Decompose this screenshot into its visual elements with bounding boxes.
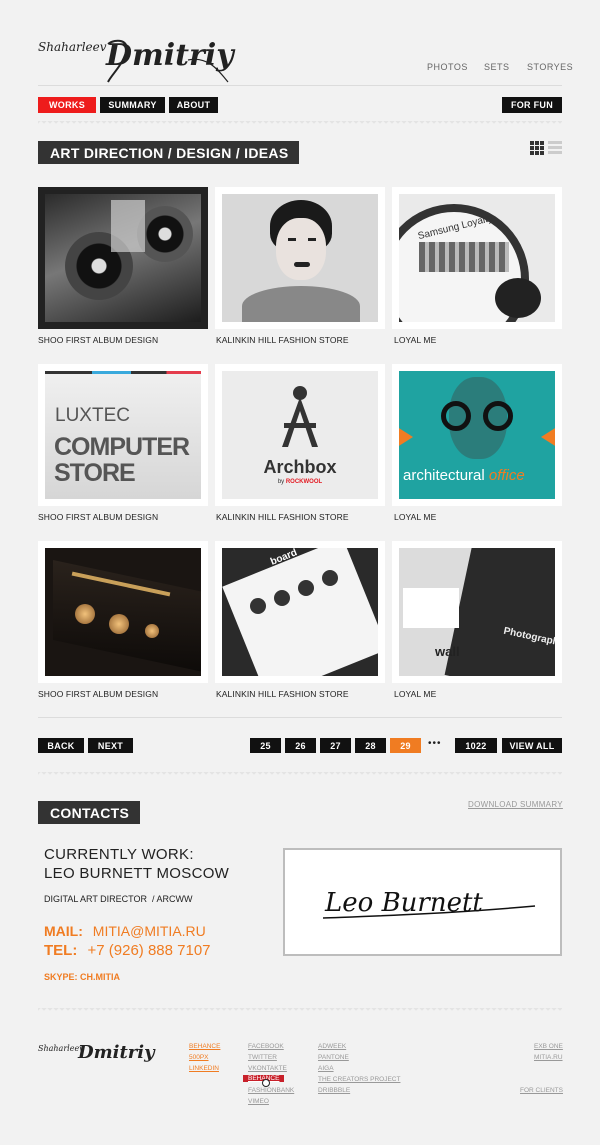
portfolio-caption-1[interactable]: SHOO FIRST ALBUM DESIGN	[38, 335, 158, 345]
portfolio-caption-5[interactable]: KALINKIN HILL FASHION STORE	[216, 512, 349, 522]
luxtec-text: LUXTEC	[55, 405, 130, 426]
grid-view-icon[interactable]	[530, 141, 544, 155]
portfolio-caption-8[interactable]: KALINKIN HILL FASHION STORE	[216, 689, 349, 699]
pager-page-28[interactable]: 28	[355, 738, 386, 753]
portfolio-caption-4[interactable]: SHOO FIRST ALBUM DESIGN	[38, 512, 158, 522]
portfolio-card-1[interactable]	[38, 187, 208, 329]
footer-twitter[interactable]: TWITTER	[248, 1054, 277, 1061]
zigzag-divider	[38, 1008, 562, 1014]
pager-page-25[interactable]: 25	[250, 738, 281, 753]
mail-label: MAIL:	[44, 923, 83, 939]
header-divider	[38, 85, 562, 86]
list-view-icon[interactable]	[548, 141, 562, 155]
arch-text-a: architectural	[403, 467, 485, 484]
footer-pantone[interactable]: PANTONE	[318, 1054, 349, 1061]
mail-value[interactable]: MITIA@MITIA.RU	[93, 923, 206, 939]
mail-row: MAIL: MITIA@MITIA.RU	[44, 923, 206, 939]
archbox-by: by	[277, 479, 285, 485]
portfolio-card-9[interactable]: wall Photography	[392, 541, 562, 683]
contacts-title: CONTACTS	[38, 801, 140, 824]
album-cd-image	[45, 194, 201, 322]
photography-site-image: wall Photography	[399, 548, 555, 676]
cursor-icon	[262, 1079, 270, 1087]
footer-exb-one[interactable]: EXB ONE	[534, 1043, 563, 1050]
social-board-image: board	[222, 548, 378, 676]
portfolio-card-6[interactable]: architectural office	[392, 364, 562, 506]
tel-row: TEL: +7 (926) 888 7107	[44, 942, 211, 959]
company-logo-frame: Leo Burnett	[283, 848, 562, 956]
footer-vkontakte[interactable]: VKONTAKTE	[248, 1065, 287, 1072]
footer-dribbble[interactable]: DRIBBBLE	[318, 1087, 350, 1094]
pager-divider	[38, 717, 562, 718]
footer-logo-first: Shaharleev	[38, 1044, 84, 1053]
pager-back-button[interactable]: BACK	[38, 738, 84, 753]
portfolio-card-4[interactable]: LUXTEC COMPUTER STORE	[38, 364, 208, 506]
pager-view-all-button[interactable]: VIEW ALL	[502, 738, 562, 753]
pager-page-27[interactable]: 27	[320, 738, 351, 753]
works-title: ART DIRECTION / DESIGN / IDEAS	[38, 141, 299, 164]
footer-logo-last: Dmitriy	[78, 1042, 155, 1063]
portfolio-card-8[interactable]: board	[215, 541, 385, 683]
nav-works-button[interactable]: WORKS	[38, 97, 96, 113]
portfolio-card-7[interactable]	[38, 541, 208, 683]
job-role: DIGITAL ART DIRECTOR / ARCWW	[44, 894, 193, 904]
zigzag-divider	[38, 772, 562, 778]
footer-fashionbank[interactable]: FASHIONBANK	[248, 1087, 294, 1094]
archbox-image: Archbox by ROCKWOOL	[222, 371, 378, 499]
pager-page-26[interactable]: 26	[285, 738, 316, 753]
nav-summary-button[interactable]: SUMMARY	[100, 97, 165, 113]
footer-for-clients[interactable]: FOR CLIENTS	[520, 1087, 563, 1094]
footer-creators-project[interactable]: THE CREATORS PROJECT	[318, 1076, 400, 1083]
computer-text: COMPUTER	[54, 433, 190, 461]
footer-adweek[interactable]: ADWEEK	[318, 1043, 346, 1050]
portfolio-caption-9[interactable]: LOYAL ME	[394, 689, 436, 699]
portfolio-caption-7[interactable]: SHOO FIRST ALBUM DESIGN	[38, 689, 158, 699]
pager-next-button[interactable]: NEXT	[88, 738, 133, 753]
site-logo[interactable]: Shaharleev Dmitriy	[38, 30, 238, 85]
nav-for-fun-button[interactable]: FOR FUN	[502, 97, 562, 113]
pager-last-page[interactable]: 1022	[455, 738, 497, 753]
nav-photos[interactable]: PHOTOS	[427, 62, 468, 72]
pager-ellipsis: •••	[428, 738, 442, 749]
samsung-loyalty-image: Samsung Loyalty	[399, 194, 555, 322]
footer-mitia[interactable]: MITIA.RU	[534, 1054, 563, 1061]
luxtec-image: LUXTEC COMPUTER STORE	[45, 371, 201, 499]
rockwool-text: ROCKWOOL	[285, 479, 323, 485]
footer-linkedin[interactable]: LINKEDIN	[189, 1065, 219, 1072]
architectural-office-image: architectural office	[399, 371, 555, 499]
portfolio-caption-2[interactable]: KALINKIN HILL FASHION STORE	[216, 335, 349, 345]
footer-logo[interactable]: Shaharleev Dmitriy	[38, 1040, 155, 1075]
logo-first-name: Shaharleev	[38, 40, 107, 54]
signature-underline-icon	[322, 905, 536, 919]
wall-text: wall	[435, 644, 460, 659]
nav-storyes[interactable]: STORYES	[527, 62, 573, 72]
footer-aiga[interactable]: AIGA	[318, 1065, 334, 1072]
download-summary-link[interactable]: DOWNLOAD SUMMARY	[468, 800, 563, 809]
portfolio-card-3[interactable]: Samsung Loyalty	[392, 187, 562, 329]
skype-value[interactable]: SKYPE: CH.MITIA	[44, 972, 120, 982]
amplifier-image	[45, 548, 201, 676]
nav-sets[interactable]: SETS	[484, 62, 510, 72]
portfolio-caption-6[interactable]: LOYAL ME	[394, 512, 436, 522]
tel-value[interactable]: +7 (926) 888 7107	[88, 942, 211, 959]
arch-text-b: office	[488, 467, 525, 484]
logo-last-name: Dmitriy	[106, 38, 234, 73]
company-name: LEO BURNETT MOSCOW	[44, 865, 230, 882]
footer-facebook[interactable]: FACEBOOK	[248, 1043, 284, 1050]
store-text: STORE	[54, 459, 136, 487]
nav-about-button[interactable]: ABOUT	[169, 97, 218, 113]
portfolio-caption-3[interactable]: LOYAL ME	[394, 335, 436, 345]
footer-500px[interactable]: 500PX	[189, 1054, 209, 1061]
zigzag-divider	[38, 121, 562, 127]
archbox-text: Archbox	[263, 457, 337, 477]
portfolio-card-5[interactable]: Archbox by ROCKWOOL	[215, 364, 385, 506]
fashion-portrait-image	[222, 194, 378, 322]
currently-work-label: CURRENTLY WORK:	[44, 846, 194, 863]
tel-label: TEL:	[44, 942, 78, 959]
footer-vimeo[interactable]: VIMEO	[248, 1098, 269, 1105]
footer-behance-orange[interactable]: BEHANCE	[189, 1043, 220, 1050]
portfolio-card-2[interactable]	[215, 187, 385, 329]
pager-page-current[interactable]: 29	[390, 738, 421, 753]
